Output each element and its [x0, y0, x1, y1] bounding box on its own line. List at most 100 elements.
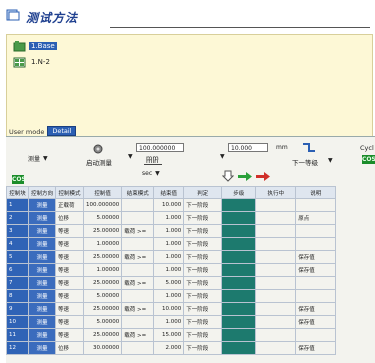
table-cell[interactable]	[221, 276, 257, 290]
table-cell[interactable]: 载荷 >=	[121, 250, 155, 264]
table-cell[interactable]: 25.00000	[83, 328, 123, 342]
table-cell[interactable]	[255, 328, 297, 342]
table-cell[interactable]	[121, 198, 155, 212]
table-cell[interactable]	[121, 289, 155, 303]
table-cell[interactable]: 测量	[27, 315, 57, 329]
table-cell[interactable]	[121, 341, 155, 355]
table-cell[interactable]	[121, 237, 155, 251]
table-cell[interactable]: 下一阶段	[183, 328, 223, 342]
table-row[interactable]: 12 测量 位移 30.00000 2.000 下一阶段 保存值	[6, 341, 337, 355]
table-cell[interactable]: 测量	[27, 276, 57, 290]
table-cell[interactable]: 1.000	[153, 263, 185, 277]
table-cell[interactable]	[121, 263, 155, 277]
table-cell[interactable]: 保存值	[295, 315, 337, 329]
column-header[interactable]: 控制模式	[55, 186, 85, 199]
table-cell[interactable]: 载荷 >=	[121, 276, 155, 290]
arrow-right-green-icon[interactable]	[238, 172, 252, 181]
table-cell[interactable]	[221, 341, 257, 355]
table-cell[interactable]	[121, 211, 155, 225]
table-cell[interactable]: 1.00000	[83, 263, 123, 277]
column-header[interactable]: 结束值	[153, 186, 185, 199]
table-cell[interactable]: 1.000	[153, 211, 185, 225]
table-cell[interactable]	[255, 250, 297, 264]
table-cell[interactable]: 15.000	[153, 328, 185, 342]
column-header[interactable]: 结束模式	[121, 186, 155, 199]
table-row[interactable]: 2 测量 位移 5.00000 1.000 下一阶段 原点	[6, 211, 337, 225]
table-cell[interactable]	[255, 211, 297, 225]
time-unit-select[interactable]: sec ▼	[142, 168, 160, 178]
table-cell[interactable]: 测量	[27, 211, 57, 225]
tree-item-n2[interactable]: 1.N-2	[13, 55, 52, 69]
table-row[interactable]: 5 测量 等速 25.00000 载荷 >= 1.000 下一阶段 保存值	[6, 250, 337, 264]
table-cell[interactable]: 4	[6, 237, 29, 251]
table-cell[interactable]	[295, 198, 337, 212]
table-cell[interactable]: 等速	[55, 250, 85, 264]
table-cell[interactable]: 25.00000	[83, 224, 123, 238]
table-cell[interactable]	[255, 315, 297, 329]
table-cell[interactable]: 1.000	[153, 237, 185, 251]
table-row[interactable]: 7 测量 等速 25.00000 载荷 >= 5.000 下一阶段	[6, 276, 337, 290]
table-cell[interactable]: 5.00000	[83, 315, 123, 329]
table-cell[interactable]	[255, 224, 297, 238]
table-cell[interactable]: 等速	[55, 237, 85, 251]
table-cell[interactable]: 5.000	[153, 276, 185, 290]
table-cell[interactable]	[221, 224, 257, 238]
table-cell[interactable]: 下一阶段	[183, 341, 223, 355]
table-row[interactable]: 3 测量 等速 25.00000 载荷 >= 1.000 下一阶段	[6, 224, 337, 238]
table-cell[interactable]: 下一阶段	[183, 250, 223, 264]
table-cell[interactable]: 等速	[55, 224, 85, 238]
table-cell[interactable]: 3	[6, 224, 29, 238]
table-row[interactable]: 1 测量 正载荷 100.000000 10.000 下一阶段	[6, 198, 337, 212]
table-cell[interactable]: 9	[6, 302, 29, 316]
column-header[interactable]: 说明	[295, 186, 337, 199]
table-cell[interactable]: 测量	[27, 289, 57, 303]
table-cell[interactable]: 测量	[27, 328, 57, 342]
table-cell[interactable]: 下一阶段	[183, 237, 223, 251]
table-cell[interactable]: 测量	[27, 250, 57, 264]
column-header[interactable]: 步级	[221, 186, 257, 199]
table-row[interactable]: 9 测量 等速 25.00000 载荷 >= 10.000 下一阶段 保存值	[6, 302, 337, 316]
column-header[interactable]: 控制值	[83, 186, 123, 199]
table-cell[interactable]: 1.00000	[83, 237, 123, 251]
table-cell[interactable]: 保存值	[295, 302, 337, 316]
table-cell[interactable]: 1	[6, 198, 29, 212]
table-cell[interactable]: 测量	[27, 302, 57, 316]
speed-input[interactable]: 100.000000	[136, 143, 184, 152]
table-cell[interactable]: 正载荷	[55, 198, 85, 212]
next-stage-label[interactable]: 下一等级	[292, 157, 318, 167]
table-cell[interactable]: 10.000	[153, 302, 185, 316]
table-cell[interactable]	[295, 276, 337, 290]
table-cell[interactable]: 6	[6, 263, 29, 277]
table-cell[interactable]: 载荷 >=	[121, 328, 155, 342]
mode-select[interactable]: 测量 ▼	[28, 153, 48, 163]
table-cell[interactable]	[255, 276, 297, 290]
table-cell[interactable]: 1.000	[153, 289, 185, 303]
table-cell[interactable]	[295, 224, 337, 238]
table-cell[interactable]: 测量	[27, 224, 57, 238]
table-cell[interactable]	[221, 263, 257, 277]
table-cell[interactable]	[121, 315, 155, 329]
table-cell[interactable]: 测量	[27, 237, 57, 251]
table-cell[interactable]	[221, 302, 257, 316]
table-cell[interactable]: 测量	[27, 198, 57, 212]
table-cell[interactable]: 载荷 >=	[121, 302, 155, 316]
table-cell[interactable]: 100.000000	[83, 198, 123, 212]
cycle-green-button[interactable]: COS	[362, 155, 375, 164]
table-cell[interactable]: 12	[6, 341, 29, 355]
table-cell[interactable]: 下一阶段	[183, 263, 223, 277]
table-cell[interactable]	[255, 302, 297, 316]
gear-icon[interactable]	[90, 143, 106, 155]
table-cell[interactable]	[221, 328, 257, 342]
table-cell[interactable]: 下一阶段	[183, 276, 223, 290]
table-cell[interactable]: 等速	[55, 302, 85, 316]
table-row[interactable]: 8 测量 等速 5.00000 1.000 下一阶段	[6, 289, 337, 303]
table-cell[interactable]: 位移	[55, 211, 85, 225]
arrow-right-red-icon[interactable]	[256, 172, 270, 181]
table-row[interactable]: 6 测量 等速 1.00000 1.000 下一阶段 保存值	[6, 263, 337, 277]
table-cell[interactable]: 5.00000	[83, 211, 123, 225]
table-cell[interactable]	[255, 198, 297, 212]
table-cell[interactable]	[221, 315, 257, 329]
table-cell[interactable]: 10.000	[153, 198, 185, 212]
table-cell[interactable]: 保存值	[295, 263, 337, 277]
table-cell[interactable]	[295, 328, 337, 342]
